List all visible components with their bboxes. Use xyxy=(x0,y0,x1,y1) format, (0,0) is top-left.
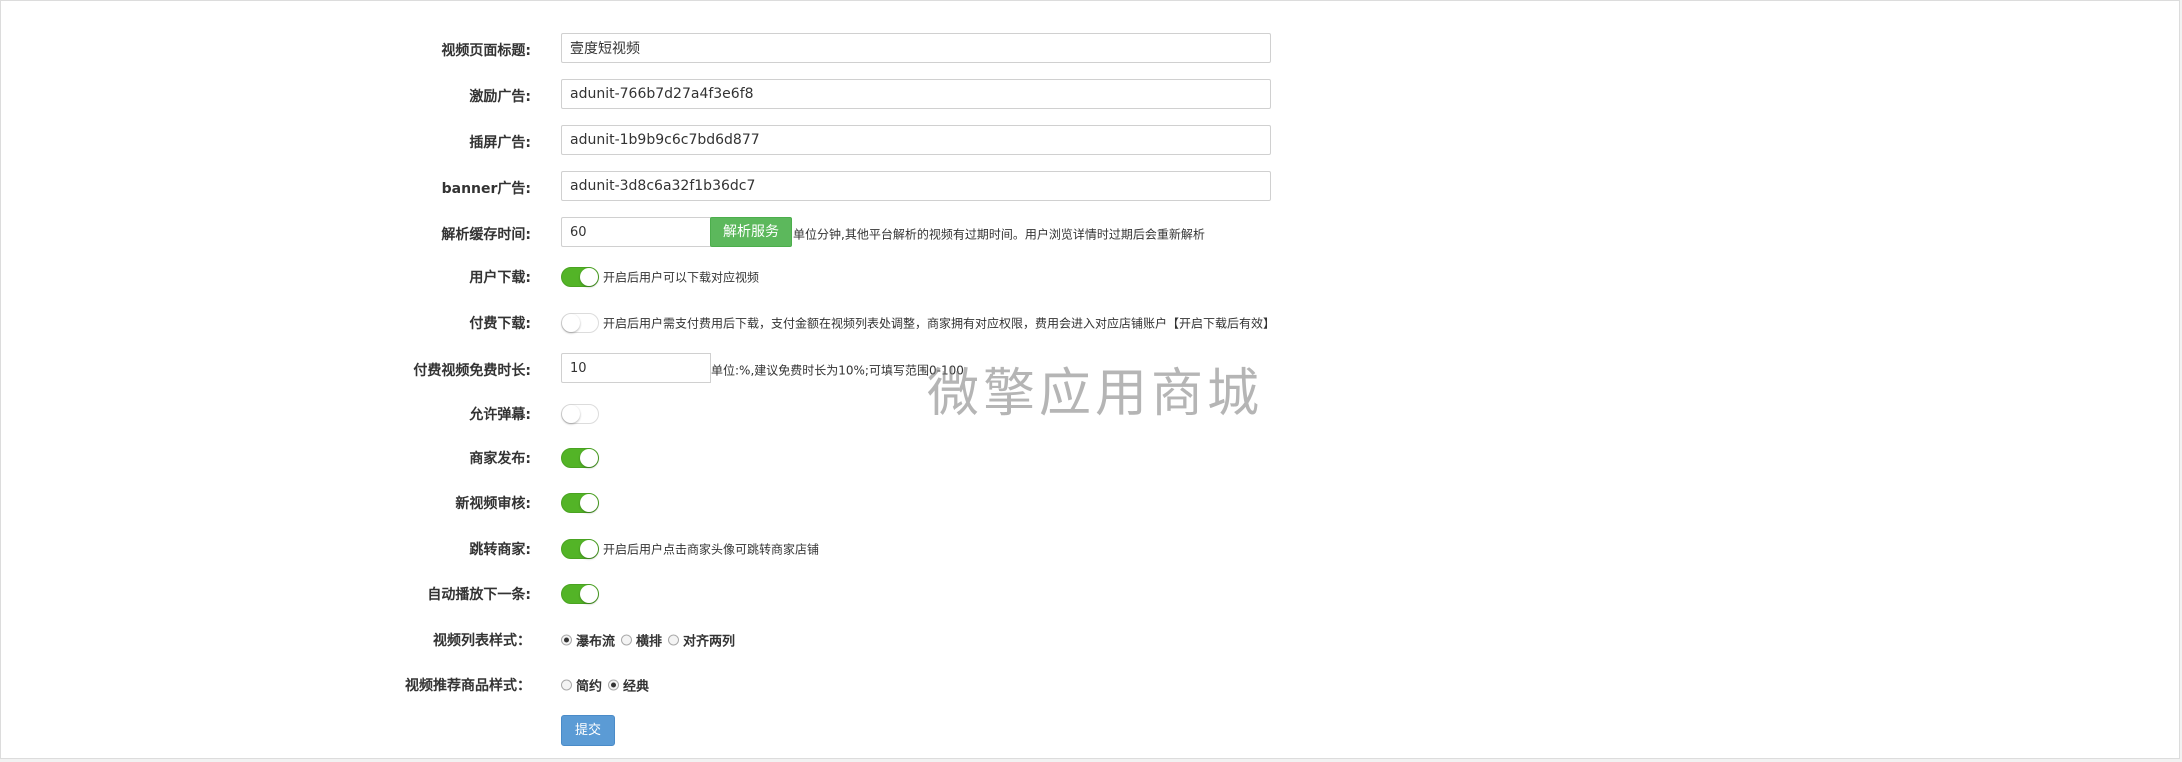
new-video-review-toggle[interactable] xyxy=(561,493,599,513)
page-title-input[interactable] xyxy=(561,33,1271,63)
parse-service-button[interactable]: 解析服务 xyxy=(710,217,792,247)
row-jump-merchant: 跳转商家: 开启后用户点击商家头像可跳转商家店铺 xyxy=(1,532,1401,566)
list-style-radio-waterfall[interactable] xyxy=(561,634,572,646)
toggle-knob xyxy=(562,314,580,332)
toggle-knob xyxy=(562,405,580,423)
goods-style-option-label[interactable]: 简约 xyxy=(576,676,602,695)
jump-merchant-label: 跳转商家: xyxy=(469,542,531,558)
autoplay-next-toggle[interactable] xyxy=(561,584,599,604)
toggle-knob xyxy=(580,494,598,512)
jump-merchant-toggle[interactable] xyxy=(561,539,599,559)
list-style-radio-two-columns[interactable] xyxy=(668,634,680,646)
free-duration-label: 付费视频免费时长: xyxy=(413,363,531,379)
row-interstitial-ad: 插屏广告: xyxy=(1,125,1401,159)
user-download-label: 用户下载: xyxy=(469,270,531,286)
goods-style-radio-classic[interactable] xyxy=(608,679,620,691)
user-download-hint: 开启后用户可以下载对应视频 xyxy=(603,270,760,285)
free-duration-hint: 单位:%,建议免费时长为10%;可填写范围0-100 xyxy=(711,363,964,378)
goods-style-radio-simple[interactable] xyxy=(561,679,572,691)
row-autoplay-next: 自动播放下一条: xyxy=(1,577,1401,611)
merchant-publish-label: 商家发布: xyxy=(469,451,531,467)
free-duration-input[interactable] xyxy=(561,353,711,383)
page-title-label: 视频页面标题: xyxy=(441,43,531,59)
row-user-download: 用户下载: 开启后用户可以下载对应视频 xyxy=(1,260,1401,294)
row-merchant-publish: 商家发布: xyxy=(1,441,1401,475)
row-paid-download: 付费下载: 开启后用户需支付费用后下载，支付金额在视频列表处调整，商家拥有对应权… xyxy=(1,306,1401,340)
goods-style-radio-group: 简约 经典 xyxy=(561,676,655,695)
banner-ad-input[interactable] xyxy=(561,171,1271,201)
list-style-radio-group: 瀑布流 横排 对齐两列 xyxy=(561,631,741,650)
paid-download-toggle[interactable] xyxy=(561,313,599,333)
list-style-option-label[interactable]: 瀑布流 xyxy=(576,631,615,650)
goods-style-label: 视频推荐商品样式： xyxy=(405,678,531,694)
autoplay-next-label: 自动播放下一条: xyxy=(427,587,531,603)
allow-danmaku-label: 允许弹幕: xyxy=(469,407,531,423)
list-style-option-label[interactable]: 对齐两列 xyxy=(683,631,735,650)
toggle-knob xyxy=(580,540,598,558)
row-reward-ad: 激励广告: xyxy=(1,79,1401,113)
toggle-knob xyxy=(580,585,598,603)
allow-danmaku-toggle[interactable] xyxy=(561,404,599,424)
list-style-label: 视频列表样式： xyxy=(433,633,531,649)
paid-download-hint: 开启后用户需支付费用后下载，支付金额在视频列表处调整，商家拥有对应权限，费用会进… xyxy=(603,316,1276,331)
cache-time-input[interactable] xyxy=(561,217,711,247)
row-new-video-review: 新视频审核: xyxy=(1,486,1401,520)
interstitial-ad-input[interactable] xyxy=(561,125,1271,155)
row-banner-ad: banner广告: xyxy=(1,171,1401,205)
interstitial-ad-label: 插屏广告: xyxy=(469,135,531,151)
submit-button[interactable]: 提交 xyxy=(561,715,615,746)
reward-ad-input[interactable] xyxy=(561,79,1271,109)
row-page-title: 视频页面标题: xyxy=(1,33,1401,67)
row-cache-time: 解析缓存时间: 解析服务 单位分钟,其他平台解析的视频有过期时间。用户浏览详情时… xyxy=(1,217,1401,251)
row-goods-style: 视频推荐商品样式： 简约 经典 xyxy=(1,668,1401,702)
banner-ad-label: banner广告: xyxy=(441,181,531,197)
jump-merchant-hint: 开启后用户点击商家头像可跳转商家店铺 xyxy=(603,542,820,557)
paid-download-label: 付费下载: xyxy=(469,316,531,332)
cache-time-label: 解析缓存时间: xyxy=(441,227,531,243)
goods-style-option-label[interactable]: 经典 xyxy=(623,676,649,695)
reward-ad-label: 激励广告: xyxy=(469,89,531,105)
row-list-style: 视频列表样式： 瀑布流 横排 对齐两列 xyxy=(1,623,1401,657)
toggle-knob xyxy=(580,268,598,286)
toggle-knob xyxy=(580,449,598,467)
new-video-review-label: 新视频审核: xyxy=(455,496,531,512)
user-download-toggle[interactable] xyxy=(561,267,599,287)
list-style-option-label[interactable]: 横排 xyxy=(636,631,662,650)
list-style-radio-horizontal[interactable] xyxy=(621,634,633,646)
merchant-publish-toggle[interactable] xyxy=(561,448,599,468)
cache-time-hint: 单位分钟,其他平台解析的视频有过期时间。用户浏览详情时过期后会重新解析 xyxy=(793,227,1205,242)
watermark-text: 微擎应用商城 xyxy=(927,364,1264,424)
settings-panel: 视频页面标题: 激励广告: 插屏广告: banner广告: 解析缓存时间: 解析… xyxy=(0,0,2180,759)
